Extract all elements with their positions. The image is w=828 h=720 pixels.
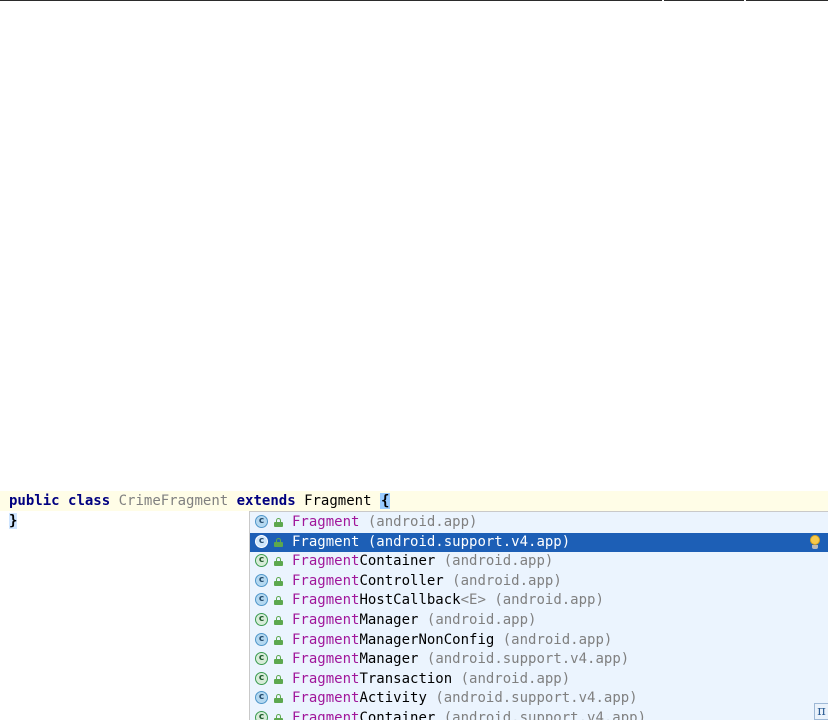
keyword-class: class	[68, 493, 111, 509]
completion-item[interactable]: c FragmentContainer (android.support.v4.a…	[250, 709, 828, 720]
completion-item-label: FragmentManagerNonConfig (android.app)	[292, 631, 612, 650]
completion-rest-text: Container	[359, 553, 436, 570]
class-icon: c	[255, 573, 268, 587]
completion-match-text: Fragment	[292, 572, 360, 589]
completion-package-text: (android.support.v4.app)	[435, 690, 638, 707]
abstract-class-icon: c	[255, 613, 268, 626]
border-gap	[662, 0, 664, 1]
completion-item-label: Fragment (android.support.v4.app)	[292, 533, 570, 552]
completion-item-label: FragmentContainer (android.support.v4.ap…	[292, 709, 646, 720]
completion-package-text: (android.support.v4.app)	[426, 651, 630, 668]
completion-item[interactable]: c Fragment (android.support.v4.app)	[250, 532, 828, 552]
class-icon: c	[255, 593, 268, 607]
completion-item-label: FragmentManager (android.support.v4.app)	[292, 650, 629, 669]
close-brace: }	[9, 513, 18, 529]
public-lock-icon	[274, 537, 283, 547]
completion-rest-text: ManagerNonConfig	[359, 631, 495, 648]
abstract-class-icon: c	[255, 652, 268, 666]
completion-item[interactable]: c FragmentManager (android.support.v4.app…	[250, 650, 828, 669]
completion-generic-text: <E>	[460, 592, 486, 609]
public-lock-icon	[274, 557, 283, 567]
public-lock-icon	[274, 518, 283, 527]
superclass-name: Fragment	[304, 493, 372, 509]
completion-match-text: Fragment	[292, 514, 360, 530]
class-icon: c	[255, 632, 268, 646]
completion-rest-text: Controller	[359, 572, 444, 589]
window-top-border	[0, 0, 828, 1]
completion-item[interactable]: c FragmentManagerNonConfig (android.app)	[250, 631, 828, 650]
completion-package-text: (android.app)	[452, 572, 562, 589]
completion-match-text: Fragment	[292, 533, 360, 550]
keyword-public: public	[9, 493, 60, 509]
class-icon: c	[255, 691, 268, 705]
completion-package-text: (android.app)	[367, 514, 478, 530]
completion-item[interactable]: c FragmentActivity (android.support.v4.ap…	[250, 689, 828, 708]
public-lock-icon	[274, 596, 283, 606]
completion-match-text: Fragment	[292, 553, 360, 570]
completion-package-text: (android.app)	[494, 592, 604, 609]
code-line-1[interactable]: public class CrimeFragment extends Fragm…	[0, 491, 828, 511]
completion-match-text: Fragment	[292, 651, 360, 668]
completion-item-label: FragmentManager (android.app)	[292, 611, 536, 630]
completion-item[interactable]: c FragmentManager (android.app)	[250, 611, 828, 630]
public-lock-icon	[274, 576, 283, 586]
public-lock-icon	[274, 694, 283, 704]
class-name: CrimeFragment	[118, 493, 229, 509]
code-completion-popup[interactable]: c Fragment (android.app) c Fragment (androi…	[249, 511, 828, 720]
completion-item-label: FragmentActivity (android.support.v4.app…	[292, 689, 638, 708]
completion-match-text: Fragment	[292, 592, 360, 609]
public-lock-icon	[274, 635, 283, 645]
completion-match-text: Fragment	[292, 670, 360, 687]
completion-item[interactable]: c FragmentTransaction (android.app)	[250, 670, 828, 689]
completion-package-text: (android.app)	[502, 631, 613, 648]
completion-package-text: (android.app)	[460, 670, 571, 687]
completion-rest-text: HostCallback	[359, 592, 461, 609]
public-lock-icon	[274, 714, 283, 720]
public-lock-icon	[274, 616, 283, 625]
border-gap	[744, 0, 746, 1]
completion-package-text: (android.app)	[426, 612, 537, 628]
completion-rest-text: Manager	[359, 651, 419, 668]
completion-rest-text: Manager	[359, 612, 419, 628]
pi-button[interactable]: π	[814, 703, 828, 720]
completion-item[interactable]: c FragmentContainer (android.app)	[250, 552, 828, 571]
public-lock-icon	[274, 655, 283, 665]
completion-item-label: FragmentContainer (android.app)	[292, 552, 553, 571]
completion-item-label: FragmentTransaction (android.app)	[292, 670, 570, 689]
keyword-extends: extends	[236, 493, 296, 509]
completion-package-text: (android.support.v4.app)	[367, 533, 571, 550]
completion-item-label: FragmentController (android.app)	[292, 572, 562, 591]
completion-item[interactable]: c Fragment (android.app)	[250, 513, 828, 532]
completion-item[interactable]: c FragmentController (android.app)	[250, 572, 828, 591]
abstract-class-icon: c	[255, 671, 268, 685]
completion-rest-text: Activity	[359, 690, 427, 707]
completion-match-text: Fragment	[292, 612, 360, 628]
lightbulb-icon[interactable]	[809, 534, 821, 550]
completion-item-label: Fragment (android.app)	[292, 513, 477, 532]
public-lock-icon	[274, 674, 283, 684]
completion-package-text: (android.app)	[443, 553, 554, 570]
completion-item[interactable]: c FragmentHostCallback<E> (android.app)	[250, 591, 828, 610]
open-brace: {	[379, 493, 391, 509]
completion-match-text: Fragment	[292, 631, 360, 648]
class-icon: c	[255, 534, 268, 548]
abstract-class-icon: c	[255, 554, 268, 568]
class-icon: c	[255, 515, 268, 528]
completion-item-label: FragmentHostCallback<E> (android.app)	[292, 591, 604, 610]
completion-rest-text: Transaction	[359, 670, 453, 687]
completion-match-text: Fragment	[292, 690, 360, 707]
